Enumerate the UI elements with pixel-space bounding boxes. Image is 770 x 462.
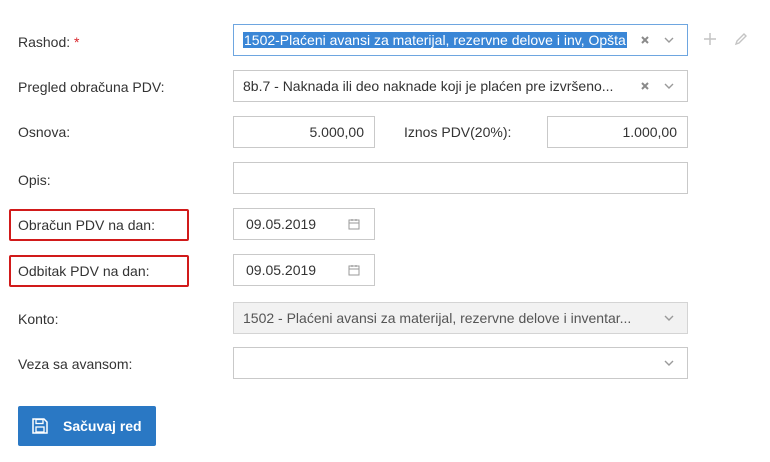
odbitak-date-input[interactable]: 09.05.2019 (233, 254, 375, 286)
iznos-pdv-label: Iznos PDV(20%): (404, 124, 512, 140)
konto-select: 1502 - Plaćeni avansi za materijal, reze… (233, 302, 688, 334)
plus-icon[interactable] (703, 32, 717, 46)
osnova-value: 5.000,00 (309, 124, 365, 140)
obracun-date-input[interactable]: 09.05.2019 (233, 208, 375, 240)
rashod-selected-text: 1502-Plaćeni avansi za materijal, rezerv… (243, 32, 627, 48)
clear-icon[interactable] (639, 34, 651, 46)
konto-label: Konto: (18, 311, 59, 327)
pregled-select[interactable]: 8b.7 - Naknada ili deo naknade koji je p… (233, 70, 688, 102)
calendar-icon[interactable] (348, 218, 360, 230)
chevron-down-icon (664, 315, 674, 321)
rashod-select[interactable]: 1502-Plaćeni avansi za materijal, rezerv… (233, 24, 688, 56)
veza-label: Veza sa avansom: (18, 356, 133, 372)
osnova-label: Osnova: (18, 124, 71, 140)
calendar-icon[interactable] (348, 264, 360, 276)
rashod-value: 1502-Plaćeni avansi za materijal, rezerv… (243, 25, 639, 55)
required-mark: * (74, 34, 80, 50)
pregled-label: Pregled obračuna PDV: (18, 79, 165, 95)
save-row-button[interactable]: Sačuvaj red (18, 406, 156, 446)
konto-value: 1502 - Plaćeni avansi za materijal, reze… (243, 310, 632, 326)
pregled-value: 8b.7 - Naknada ili deo naknade koji je p… (243, 78, 614, 94)
veza-select[interactable] (233, 347, 688, 379)
iznos-pdv-value: 1.000,00 (622, 124, 678, 140)
chevron-down-icon[interactable] (663, 357, 675, 369)
opis-input[interactable] (233, 162, 688, 194)
obracun-date-value: 09.05.2019 (246, 216, 317, 232)
osnova-input[interactable]: 5.000,00 (233, 116, 375, 148)
chevron-down-icon[interactable] (663, 34, 675, 46)
pencil-icon[interactable] (734, 32, 748, 46)
opis-label: Opis: (18, 172, 51, 188)
chevron-down-icon[interactable] (663, 80, 675, 92)
obracun-label: Obračun PDV na dan: (18, 217, 155, 233)
save-button-label: Sačuvaj red (63, 418, 142, 434)
iznos-pdv-input[interactable]: 1.000,00 (547, 116, 688, 148)
rashod-label: Rashod: * (18, 32, 80, 52)
rashod-label-text: Rashod: (18, 34, 71, 50)
clear-icon[interactable] (639, 80, 651, 92)
save-icon (32, 418, 48, 434)
odbitak-label: Odbitak PDV na dan: (18, 263, 150, 279)
odbitak-date-value: 09.05.2019 (246, 262, 317, 278)
